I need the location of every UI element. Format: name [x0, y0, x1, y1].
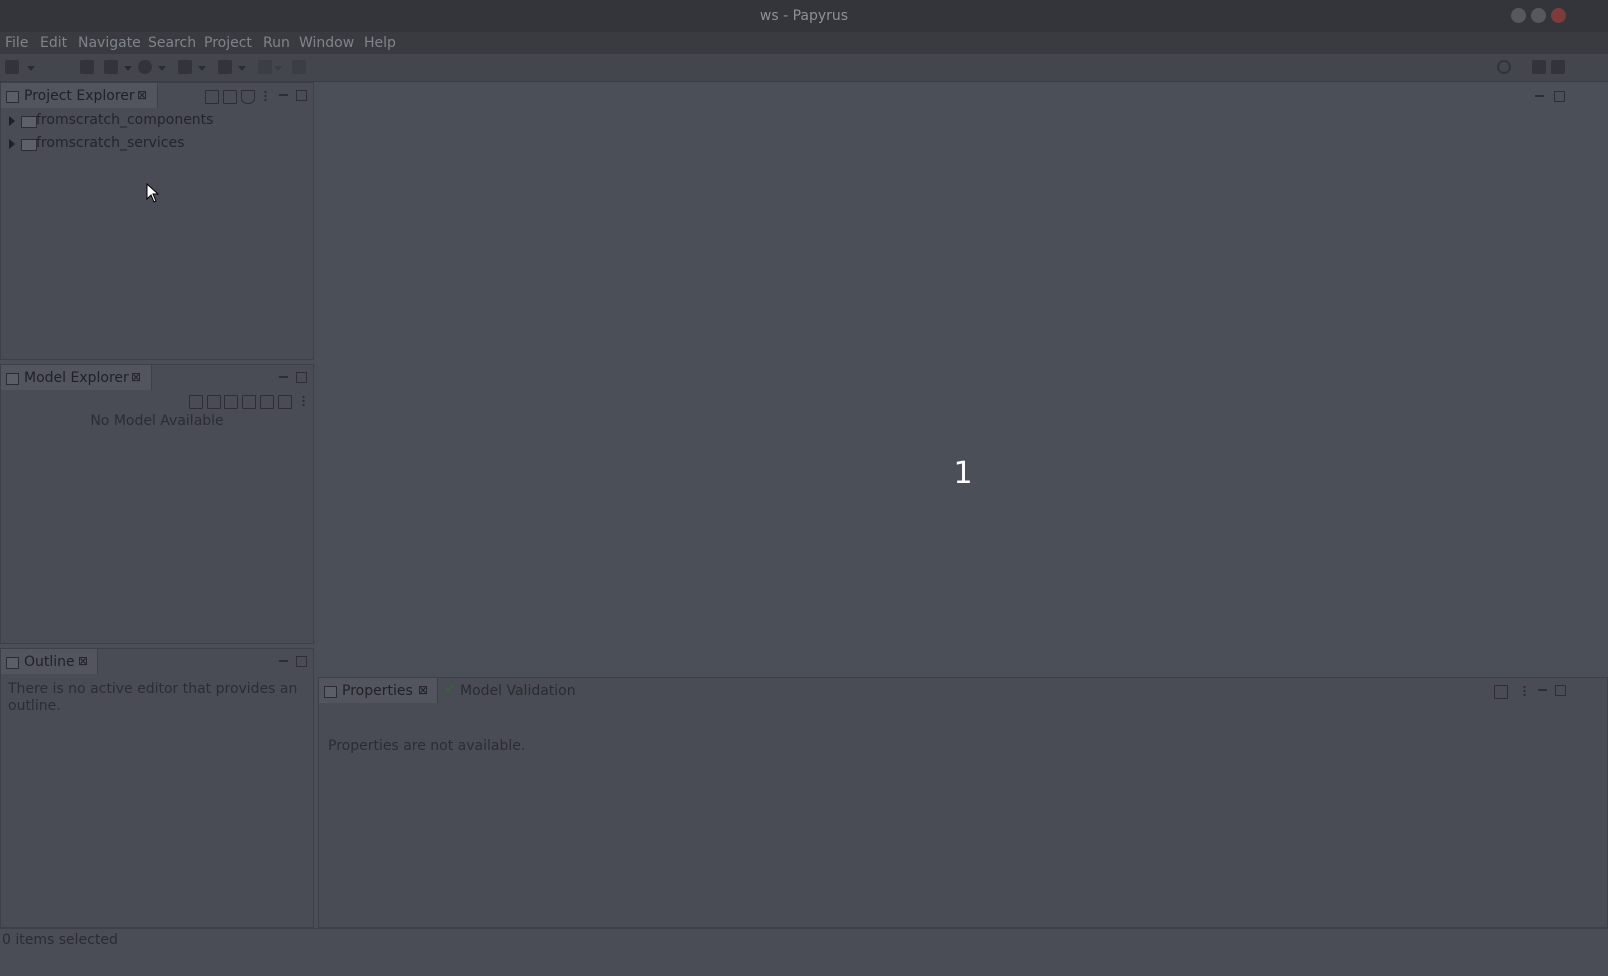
project-explorer-tab-label: Project Explorer	[24, 88, 135, 104]
model-explorer-tab-label: Model Explorer	[24, 370, 129, 386]
outline-tab-label: Outline	[24, 654, 75, 670]
close-window-button[interactable]	[1551, 8, 1566, 23]
maximize-view-button[interactable]	[1555, 685, 1566, 696]
debug-icon[interactable]	[104, 60, 118, 74]
model-explorer-icon	[6, 373, 19, 385]
minimize-editor-button[interactable]	[1535, 95, 1544, 97]
minimize-view-button[interactable]	[279, 94, 288, 96]
properties-panel: Properties ⊠ ✓ Model Validation Properti…	[318, 677, 1608, 928]
new-icon[interactable]	[5, 60, 19, 74]
close-icon[interactable]: ⊠	[137, 88, 147, 102]
tab-model-validation[interactable]: ✓ Model Validation	[439, 678, 589, 703]
save-icon[interactable]	[80, 60, 94, 74]
view-menu-icon[interactable]	[1523, 685, 1526, 697]
tree-item-label: fromscratch_components	[36, 112, 214, 128]
expand-arrow-icon[interactable]	[9, 139, 15, 149]
debug-dropdown[interactable]	[124, 66, 132, 71]
no-model-message: No Model Available	[90, 413, 224, 429]
folder-icon	[21, 116, 37, 128]
filter-icon[interactable]	[241, 90, 255, 104]
outline-icon	[6, 657, 19, 669]
model-validation-tab-label: Model Validation	[460, 683, 576, 699]
menu-navigate[interactable]: Navigate	[78, 35, 141, 51]
window-title: ws - Papyrus	[759, 8, 849, 24]
status-text: 0 items selected	[2, 932, 118, 948]
close-icon[interactable]: ⊠	[131, 370, 141, 384]
window-titlebar: ws - Papyrus	[0, 0, 1608, 32]
collapse-all-icon[interactable]	[278, 395, 292, 409]
tab-outline[interactable]: Outline ⊠	[1, 649, 98, 674]
link-with-editor-icon[interactable]	[223, 90, 237, 104]
menu-edit[interactable]: Edit	[40, 35, 67, 51]
minimize-view-button[interactable]	[1538, 689, 1547, 691]
view-menu-icon[interactable]	[264, 90, 267, 102]
maximize-view-button[interactable]	[296, 90, 307, 101]
tab-properties[interactable]: Properties ⊠	[319, 678, 438, 703]
editor-area[interactable]: 1	[318, 84, 1608, 672]
menu-file[interactable]: File	[5, 35, 28, 51]
minimize-view-button[interactable]	[279, 376, 288, 378]
menu-project[interactable]: Project	[204, 35, 252, 51]
expand-all-icon[interactable]	[260, 395, 274, 409]
new-dropdown[interactable]	[27, 66, 35, 71]
run-icon[interactable]	[138, 60, 152, 74]
properties-message: Properties are not available.	[328, 738, 526, 754]
back-dropdown[interactable]	[238, 66, 246, 71]
close-icon[interactable]: ⊠	[418, 683, 428, 697]
maximize-view-button[interactable]	[296, 372, 307, 383]
model-explorer-panel: Model Explorer ⊠ No Model Available	[0, 364, 314, 644]
properties-icon	[324, 686, 337, 698]
menu-search[interactable]: Search	[148, 35, 196, 51]
menu-run[interactable]: Run	[263, 35, 290, 51]
outline-message: There is no active editor that provides …	[8, 681, 298, 714]
minimize-window-button[interactable]	[1511, 8, 1526, 23]
menu-help[interactable]: Help	[364, 35, 396, 51]
expand-arrow-icon[interactable]	[9, 116, 15, 126]
back-icon[interactable]	[218, 60, 232, 74]
forward-dropdown[interactable]	[274, 66, 282, 71]
properties-tab-label: Properties	[342, 683, 413, 699]
step-number-overlay: 1	[953, 456, 973, 491]
menu-window[interactable]: Window	[299, 35, 354, 51]
outline-panel: Outline ⊠ There is no active editor that…	[0, 648, 314, 928]
collapse-all-icon[interactable]	[205, 90, 219, 104]
last-edit-icon[interactable]	[292, 60, 306, 74]
table-icon[interactable]	[224, 395, 238, 409]
tree-item-label: fromscratch_services	[36, 135, 185, 151]
status-bar: 0 items selected	[0, 928, 1608, 976]
maximize-editor-button[interactable]	[1554, 91, 1565, 102]
close-icon[interactable]: ⊠	[78, 654, 88, 668]
pin-view-icon[interactable]	[1494, 685, 1508, 699]
maximize-view-button[interactable]	[296, 656, 307, 667]
tab-project-explorer[interactable]: Project Explorer ⊠	[1, 83, 158, 108]
sort-icon[interactable]	[242, 395, 256, 409]
menu-bar: File Edit Navigate Search Project Run Wi…	[0, 32, 1608, 54]
validation-check-icon: ✓	[444, 681, 456, 697]
external-tools-dropdown[interactable]	[198, 66, 206, 71]
main-toolbar	[0, 54, 1608, 82]
tab-model-explorer[interactable]: Model Explorer ⊠	[1, 365, 152, 390]
forward-icon[interactable]	[258, 60, 272, 74]
mouse-cursor-icon	[146, 183, 160, 203]
project-explorer-icon	[6, 91, 19, 103]
view-menu-icon[interactable]	[302, 395, 305, 407]
perspective-icon[interactable]	[1551, 60, 1565, 74]
external-tools-icon[interactable]	[178, 60, 192, 74]
folder-icon	[21, 139, 37, 151]
minimize-view-button[interactable]	[279, 660, 288, 662]
project-explorer-panel: Project Explorer ⊠ fromscratch_component…	[0, 82, 314, 360]
open-perspective-icon[interactable]	[1532, 60, 1546, 74]
maximize-window-button[interactable]	[1531, 8, 1546, 23]
run-dropdown[interactable]	[158, 66, 166, 71]
list-view-icon[interactable]	[189, 395, 203, 409]
tree-view-icon[interactable]	[207, 395, 221, 409]
search-icon[interactable]	[1497, 60, 1511, 74]
